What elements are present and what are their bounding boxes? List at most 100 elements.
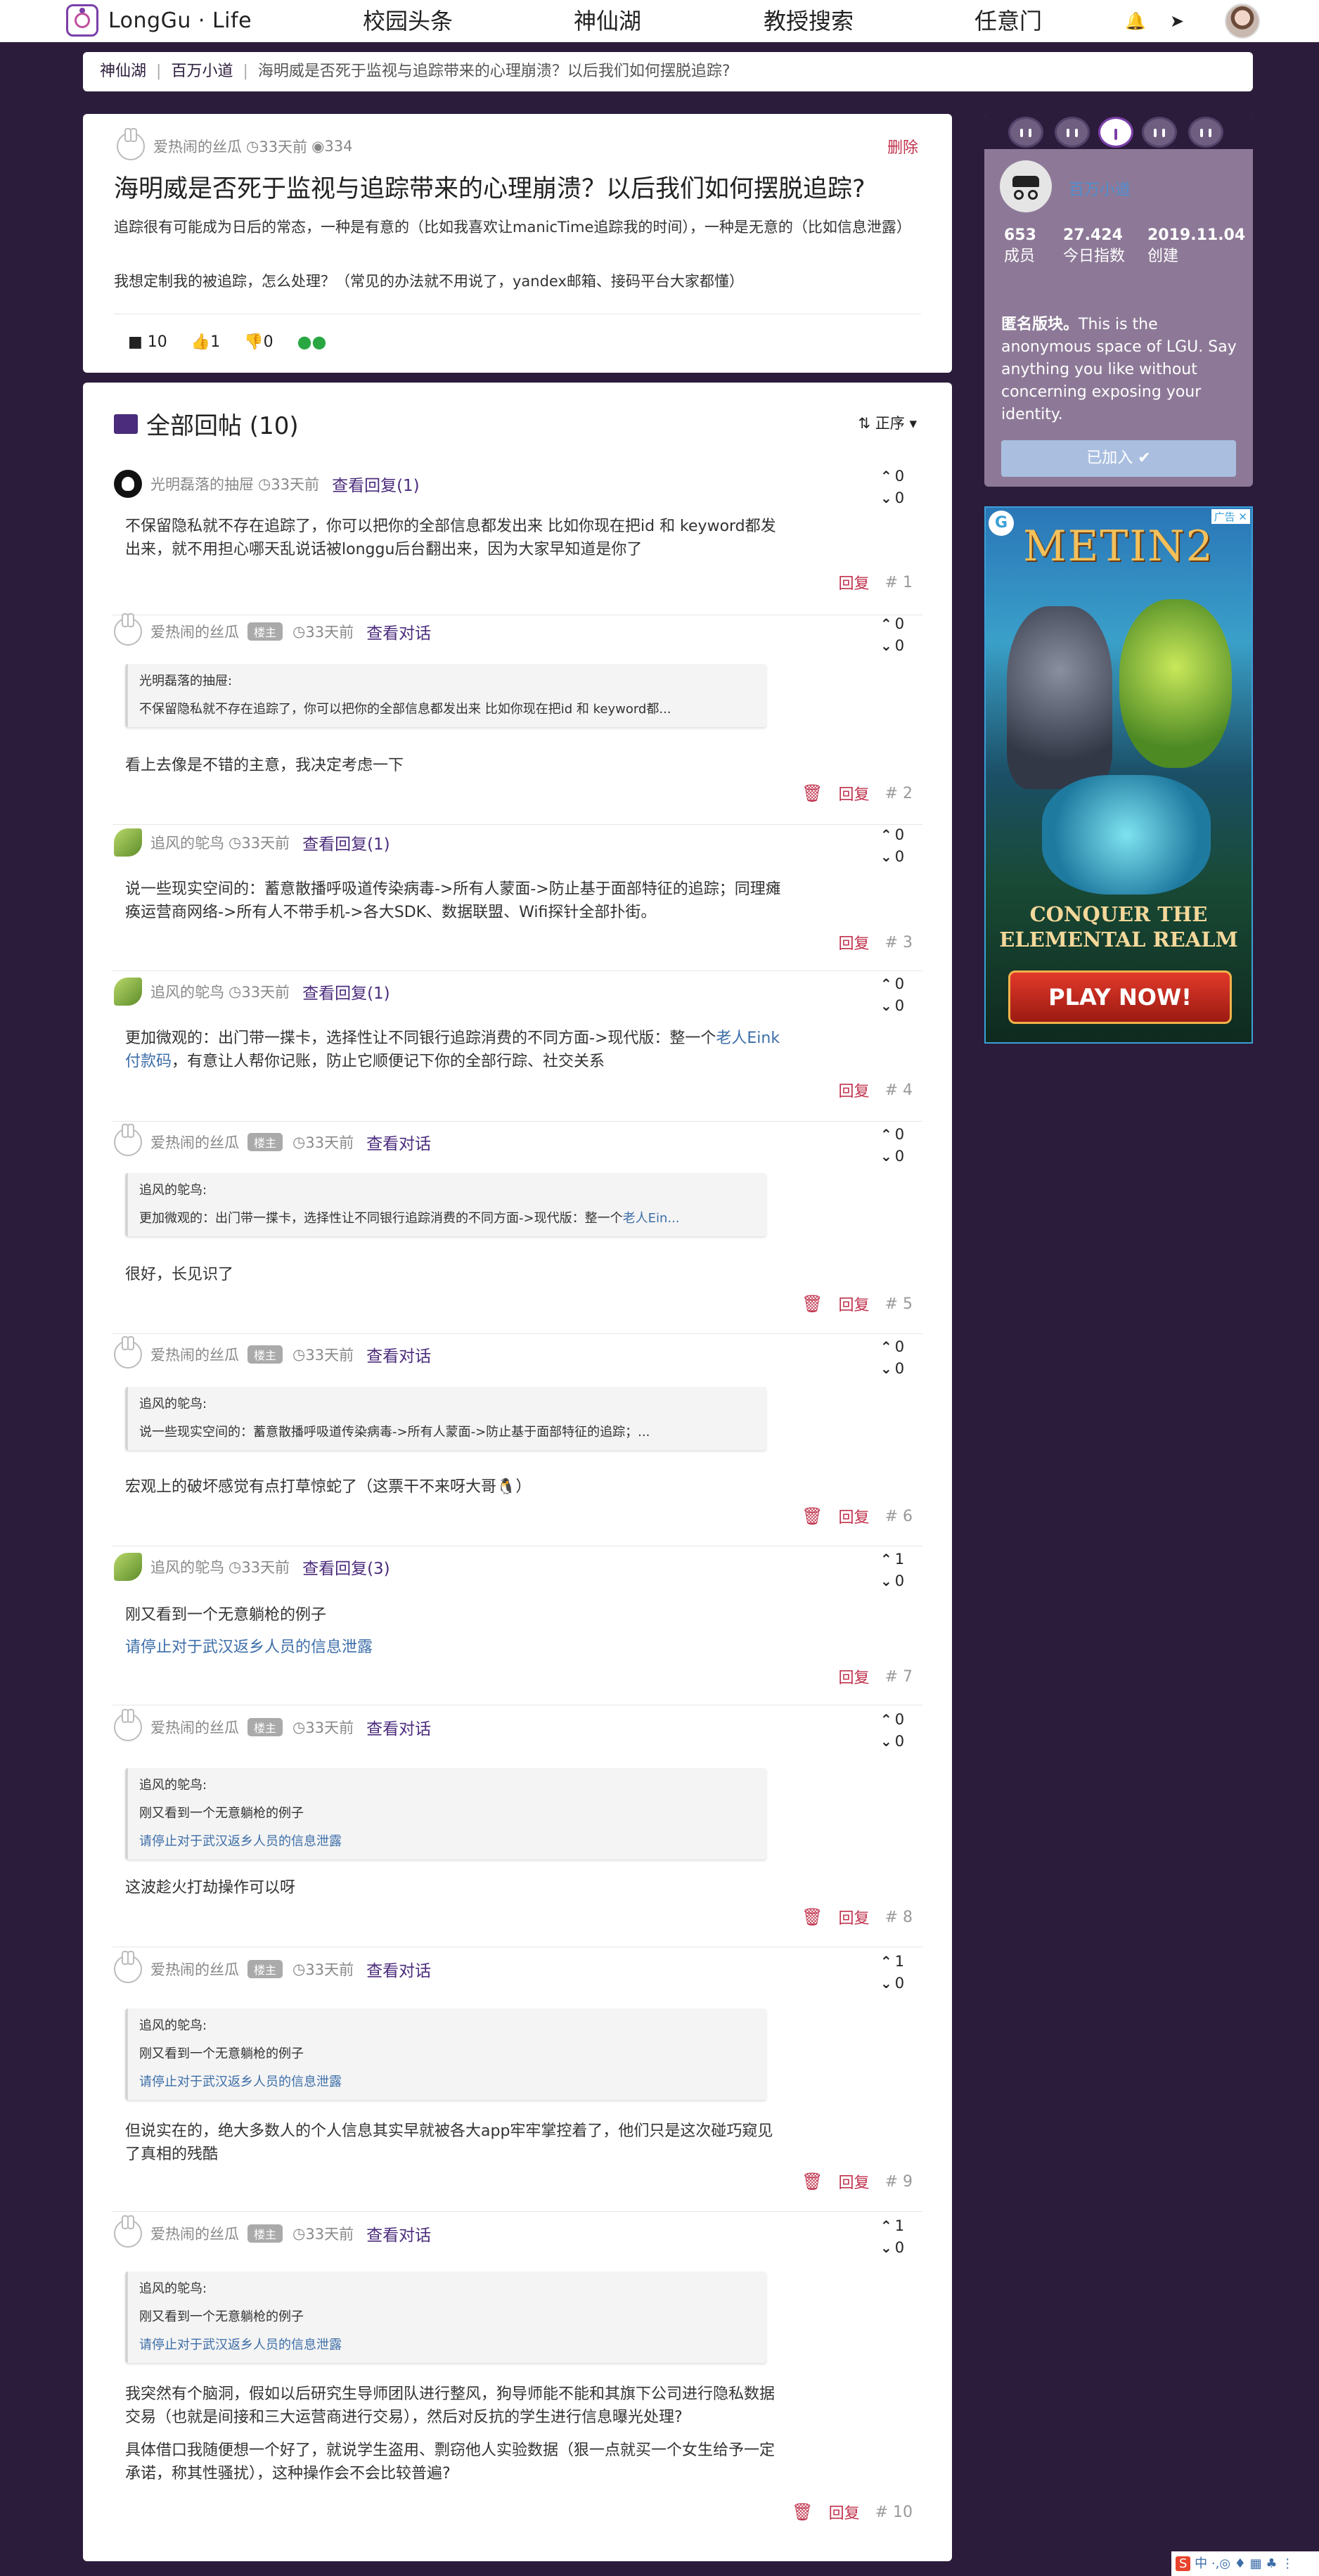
quote-link[interactable]: 老人Ein... [623, 1211, 680, 1226]
upvote-button[interactable]: ⌃ 0 [880, 1336, 910, 1358]
trash-icon[interactable]: 🗑 [802, 783, 823, 803]
downvote-button[interactable]: ⌄ 0 [880, 487, 910, 509]
avatar[interactable] [1225, 4, 1260, 39]
reply-link[interactable]: 请停止对于武汉返乡人员的信息泄露 [125, 1636, 373, 1659]
upvote-button[interactable]: ⌃ 1 [880, 2215, 910, 2237]
reply-author[interactable]: 爱热闹的丝瓜 [150, 1959, 239, 1980]
quote-extra-link[interactable]: 请停止对于武汉返乡人员的信息泄露 [139, 1833, 755, 1851]
trash-icon[interactable]: 🗑 [802, 1907, 823, 1927]
quoted-reply[interactable]: 追风的鸵鸟: 说一些现实空间的：蓄意散播呼吸道传染病毒->所有人蒙面->防止基于… [125, 1387, 766, 1450]
upvote-button[interactable]: ⌃ 0 [880, 973, 910, 995]
view-replies-link[interactable]: 查看对话 [366, 1715, 431, 1739]
reply-author[interactable]: 追风的鸵鸟 [150, 832, 224, 853]
downvote-button[interactable]: ⌄ 0 [880, 1731, 910, 1752]
quote-extra-link[interactable]: 请停止对于武汉返乡人员的信息泄露 [139, 2073, 755, 2091]
nav-shenxianhu[interactable]: 神仙湖 [574, 6, 641, 37]
tab-board-1[interactable] [1008, 117, 1043, 148]
view-replies-link[interactable]: 查看回复(1) [302, 831, 390, 854]
reply-author[interactable]: 爱热闹的丝瓜 [150, 2223, 239, 2244]
downvote-button[interactable]: ⌄ 0 [880, 1358, 910, 1380]
view-replies-link[interactable]: 查看对话 [366, 1130, 431, 1154]
comment-button[interactable]: ■ 10 [128, 333, 167, 351]
upvote-button[interactable]: ⌃ 0 [880, 1709, 910, 1731]
reply-button[interactable]: 回复 [839, 782, 870, 805]
view-replies-link[interactable]: 查看对话 [366, 620, 431, 643]
reply-button[interactable]: 回复 [839, 1665, 870, 1688]
reply-author[interactable]: 追风的鸵鸟 [150, 981, 224, 1002]
reply-button[interactable]: 回复 [839, 1906, 870, 1928]
reply-author-avatar[interactable] [114, 470, 142, 498]
nav-professor-search[interactable]: 教授搜索 [764, 6, 854, 37]
view-replies-link[interactable]: 查看回复(1) [302, 980, 390, 1004]
view-replies-link[interactable]: 查看对话 [366, 1343, 431, 1366]
ad-cta-button[interactable]: PLAY NOW! [1008, 970, 1232, 1024]
downvote-button[interactable]: ⌄ 0 [880, 846, 910, 868]
view-replies-link[interactable]: 查看回复(1) [332, 472, 420, 496]
trash-icon[interactable]: 🗑 [802, 1506, 823, 1526]
quoted-reply[interactable]: 追风的鸵鸟: 刚又看到一个无意躺枪的例子 请停止对于武汉返乡人员的信息泄露 [125, 2008, 766, 2100]
delete-button[interactable]: 删除 [887, 135, 918, 158]
upvote-button[interactable]: ⌃ 0 [880, 824, 910, 846]
wechat-share-icon[interactable]: ●● [297, 332, 327, 352]
reply-author-avatar[interactable] [114, 1553, 142, 1581]
view-replies-link[interactable]: 查看对话 [366, 1957, 431, 1981]
reply-button[interactable]: 回复 [839, 2170, 870, 2193]
dislike-button[interactable]: 👎0 [244, 333, 273, 351]
reply-button[interactable]: 回复 [839, 1293, 870, 1315]
reply-button[interactable]: 回复 [839, 931, 870, 954]
reply-author-avatar[interactable] [114, 828, 142, 857]
reply-author-avatar[interactable] [114, 1124, 142, 1156]
advertisement[interactable]: 广告 ✕ G METIN2 CONQUER THE ELEMENTAL REALM… [984, 506, 1253, 1044]
downvote-button[interactable]: ⌄ 0 [880, 1146, 910, 1167]
view-replies-link[interactable]: 查看回复(3) [302, 1555, 390, 1579]
view-replies-link[interactable]: 查看对话 [366, 2222, 431, 2245]
author-avatar[interactable] [117, 128, 145, 160]
reply-author-avatar[interactable] [114, 1951, 142, 1983]
nav-campus-news[interactable]: 校园头条 [363, 6, 453, 37]
reply-author[interactable]: 爱热闹的丝瓜 [150, 1132, 239, 1153]
quoted-reply[interactable]: 追风的鸵鸟: 刚又看到一个无意躺枪的例子 请停止对于武汉返乡人员的信息泄露 [125, 1768, 766, 1859]
reply-author[interactable]: 追风的鸵鸟 [150, 1556, 224, 1577]
reply-author-avatar[interactable] [114, 1709, 142, 1741]
trash-icon[interactable]: 🗑 [802, 1294, 823, 1314]
logo[interactable]: LongGu · Life [66, 4, 252, 37]
post-author[interactable]: 爱热闹的丝瓜 [153, 136, 242, 157]
downvote-button[interactable]: ⌄ 0 [880, 1570, 910, 1592]
downvote-button[interactable]: ⌄ 0 [880, 635, 910, 657]
reply-button[interactable]: 回复 [829, 2501, 860, 2523]
tab-board-4[interactable] [1142, 117, 1177, 148]
downvote-button[interactable]: ⌄ 0 [880, 1973, 910, 1994]
reply-author-avatar[interactable] [114, 2215, 142, 2248]
trash-icon[interactable]: 🗑 [802, 2172, 823, 2191]
tab-board-active[interactable] [1098, 117, 1133, 148]
breadcrumb-board[interactable]: 百万小道 [171, 63, 233, 80]
upvote-button[interactable]: ⌃ 0 [880, 466, 910, 487]
joined-button[interactable]: 已加入 ✔ [1001, 440, 1236, 477]
reply-author[interactable]: 爱热闹的丝瓜 [150, 1344, 239, 1365]
upvote-button[interactable]: ⌃ 1 [880, 1951, 910, 1973]
reply-button[interactable]: 回复 [839, 571, 870, 594]
quote-extra-link[interactable]: 请停止对于武汉返乡人员的信息泄露 [139, 2336, 755, 2354]
downvote-button[interactable]: ⌄ 0 [880, 2237, 910, 2259]
board-name[interactable]: 百万小道 [1069, 177, 1131, 200]
upvote-button[interactable]: ⌃ 1 [880, 1549, 910, 1570]
trash-icon[interactable]: 🗑 [792, 2502, 813, 2522]
quoted-reply[interactable]: 追风的鸵鸟: 刚又看到一个无意躺枪的例子 请停止对于武汉返乡人员的信息泄露 [125, 2271, 766, 2363]
send-icon[interactable]: ➤ [1167, 11, 1187, 31]
reply-button[interactable]: 回复 [839, 1079, 870, 1101]
tab-board-5[interactable] [1188, 117, 1223, 148]
sort-dropdown[interactable]: ⇅ 正序 ▾ [858, 412, 917, 433]
bell-icon[interactable]: 🔔 [1125, 11, 1146, 31]
quoted-reply[interactable]: 追风的鸵鸟: 更加微观的：出门带一揲卡，选择性让不同银行追踪消费的不同方面->现… [125, 1173, 766, 1236]
quoted-reply[interactable]: 光明磊落的抽屉: 不保留隐私就不存在追踪了，你可以把你的全部信息都发出来 比如你… [125, 664, 766, 727]
ime-toolbar[interactable]: S 中 ·,◎ ♦ ▦ ♣ ⋮ [1171, 2551, 1319, 2576]
reply-author[interactable]: 爱热闹的丝瓜 [150, 1717, 239, 1738]
breadcrumb-shenxianhu[interactable]: 神仙湖 [100, 63, 146, 80]
reply-author[interactable]: 爱热闹的丝瓜 [150, 621, 239, 642]
upvote-button[interactable]: ⌃ 0 [880, 613, 910, 635]
reply-author-avatar[interactable] [114, 1336, 142, 1369]
nav-anywhere-door[interactable]: 任意门 [974, 6, 1042, 37]
reply-author[interactable]: 光明磊落的抽屉 [150, 473, 254, 494]
downvote-button[interactable]: ⌄ 0 [880, 995, 910, 1017]
tab-board-2[interactable] [1055, 117, 1090, 148]
